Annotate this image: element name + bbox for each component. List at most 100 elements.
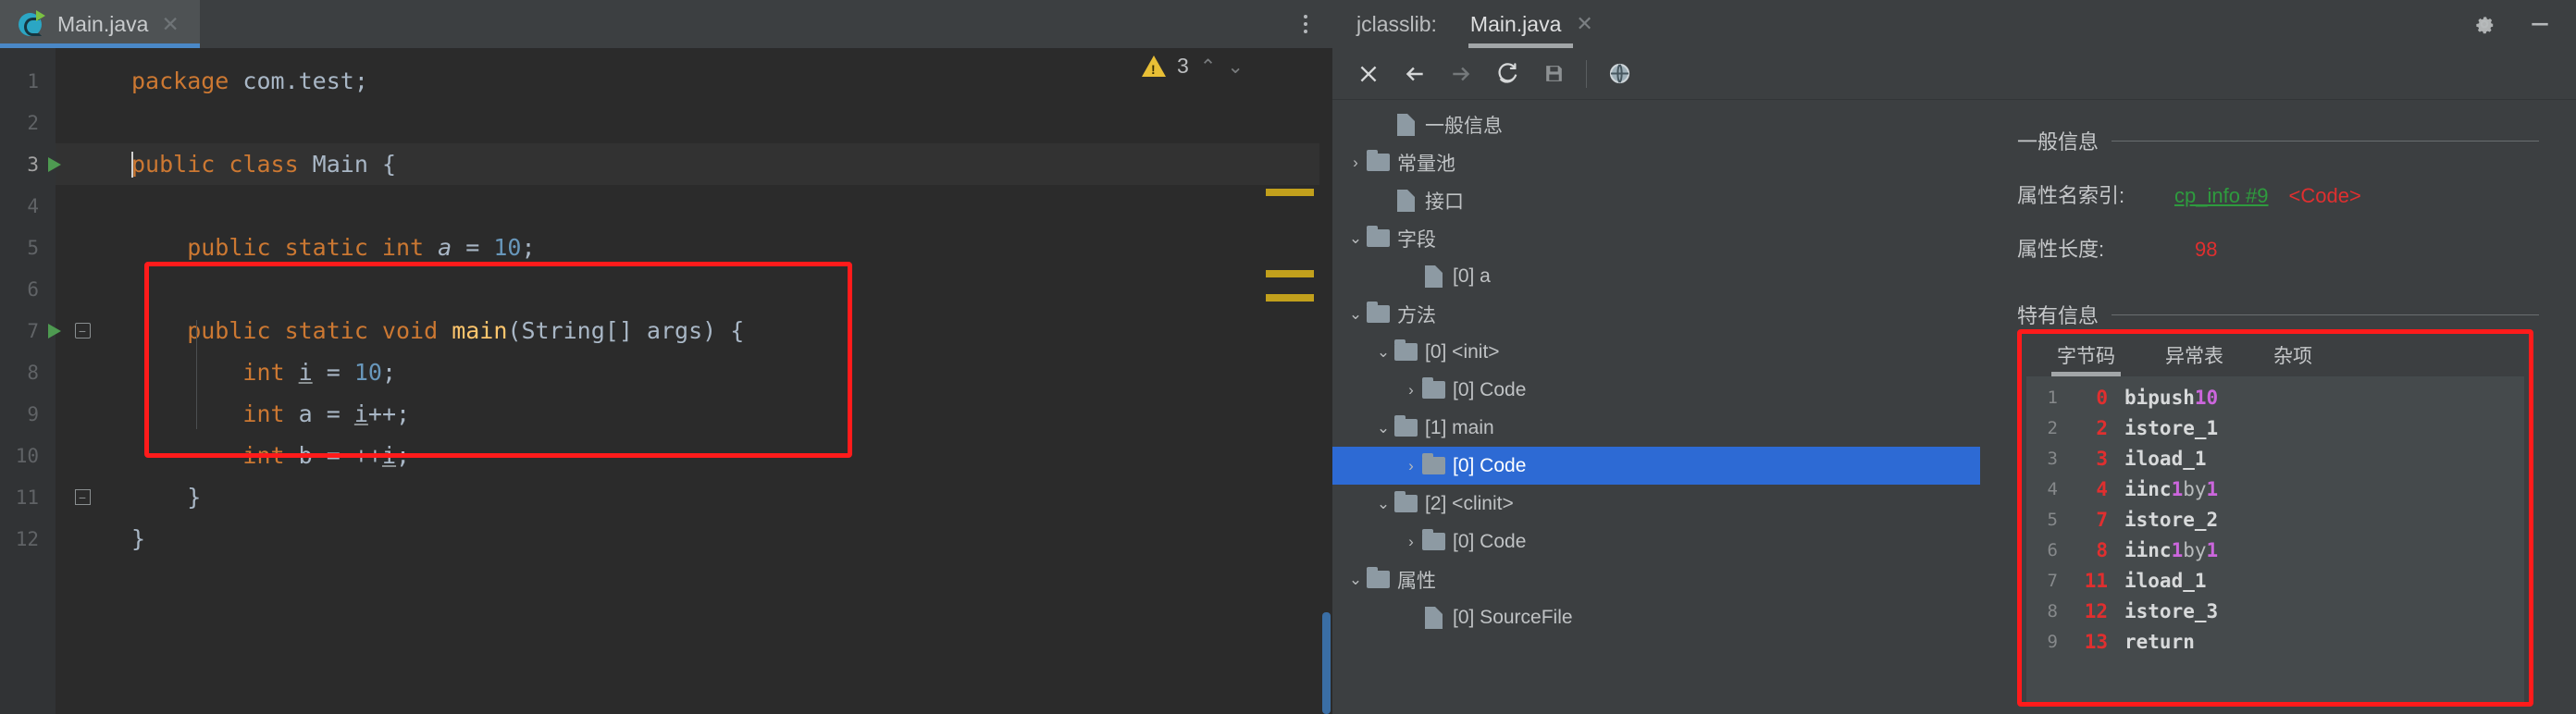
java-class-icon xyxy=(17,10,45,38)
minimize-icon[interactable] xyxy=(2528,12,2552,36)
inspection-widget[interactable]: 3 ⌃ ⌄ xyxy=(1141,54,1244,79)
code-line[interactable]: public static void main (String[] args) { xyxy=(131,310,1332,351)
code-line[interactable] xyxy=(131,268,1332,310)
line-number: 6 xyxy=(27,277,39,301)
bytecode-line-number: 6 xyxy=(2047,539,2058,560)
jclasslib-body: 一般信息 › 常量池 接口 ⌄ 字段 [0] a ⌄ 方法 ⌄ [0] <init> › [0] Cod… xyxy=(1332,100,2576,714)
chevron-up-icon[interactable]: ⌃ xyxy=(1200,55,1217,78)
code-line[interactable] xyxy=(131,102,1332,143)
editor-more-options-icon[interactable] xyxy=(1279,0,1332,48)
bytecode-offset: 4 xyxy=(2096,477,2108,500)
save-button[interactable] xyxy=(1530,51,1577,97)
tool-window-tab-main-java[interactable]: Main.java ✕ xyxy=(1468,0,1599,48)
bytecode-row[interactable]: 9 13 return xyxy=(2026,626,2524,657)
tree-node[interactable]: [0] a xyxy=(1332,257,1980,295)
chevron-down-icon[interactable]: ⌄ xyxy=(1227,55,1244,78)
bytecode-row[interactable]: 1 0 bipush 10 xyxy=(2026,382,2524,412)
tree-node[interactable]: › [0] Code xyxy=(1332,371,1980,409)
code-token: public static int xyxy=(131,234,439,261)
chevron-down-icon[interactable]: ⌄ xyxy=(1373,333,1393,371)
editor-scrollbar-thumb[interactable] xyxy=(1322,612,1331,714)
bytecode-row[interactable]: 8 12 istore_3 xyxy=(2026,596,2524,626)
code-token: int xyxy=(242,359,299,386)
run-gutter-icon[interactable] xyxy=(44,143,65,185)
chevron-down-icon[interactable]: ⌄ xyxy=(1345,295,1366,333)
tree-node[interactable]: ⌄ [2] <clinit> xyxy=(1332,485,1980,523)
code-line[interactable]: public class Main { xyxy=(131,143,1332,185)
tree-node[interactable]: › [0] Code xyxy=(1332,523,1980,560)
chevron-right-icon[interactable]: › xyxy=(1401,447,1421,485)
bytecode-row[interactable]: 7 11 iload_1 xyxy=(2026,565,2524,596)
tree-node-label: 方法 xyxy=(1397,304,1436,326)
fold-toggle-icon[interactable]: − xyxy=(72,476,93,518)
code-token: Main xyxy=(312,151,368,178)
cp-info-link[interactable]: cp_info #9 xyxy=(2174,184,2269,208)
chevron-down-icon[interactable]: ⌄ xyxy=(1345,560,1366,598)
tree-node-label: 一般信息 xyxy=(1425,115,1503,137)
code-area[interactable]: package com.test; public class Main { pub… xyxy=(56,48,1332,714)
tree-node[interactable]: 接口 xyxy=(1332,181,1980,219)
chevron-down-icon[interactable]: ⌄ xyxy=(1373,409,1393,447)
code-line[interactable]: } xyxy=(131,476,1332,518)
tree-node[interactable]: › 常量池 xyxy=(1332,143,1980,181)
chevron-right-icon[interactable]: › xyxy=(1401,523,1421,560)
run-gutter-icon[interactable] xyxy=(44,310,65,351)
tree-node[interactable]: ⌄ 属性 xyxy=(1332,560,1980,598)
fold-toggle-icon[interactable]: − xyxy=(72,310,93,351)
bytecode-row[interactable]: 4 4 iinc 1 by 1 xyxy=(2026,474,2524,504)
file-icon xyxy=(1393,105,1418,143)
chevron-right-icon[interactable]: › xyxy=(1401,371,1421,409)
bytecode-row[interactable]: 3 3 iload_1 xyxy=(2026,443,2524,474)
bytecode-listing[interactable]: 1 0 bipush 10 2 2 istore_1 3 3 iload_1 4 4 iinc 1 b… xyxy=(2026,376,2524,702)
reload-button[interactable] xyxy=(1484,51,1530,97)
error-stripe-mark[interactable] xyxy=(1266,294,1314,302)
code-line[interactable]: } xyxy=(131,518,1332,560)
tool-window-header-actions xyxy=(2472,12,2576,36)
bytecode-tab[interactable]: 异常表 xyxy=(2165,341,2223,376)
bytecode-by-keyword: by xyxy=(2183,538,2207,561)
code-line[interactable] xyxy=(131,185,1332,227)
bytecode-tabs[interactable]: 字节码 异常表 杂项 xyxy=(2022,334,2529,376)
close-button[interactable] xyxy=(1345,51,1392,97)
bytecode-row[interactable]: 6 8 iinc 1 by 1 xyxy=(2026,535,2524,565)
bytecode-tab[interactable]: 杂项 xyxy=(2273,341,2312,376)
code-token: i xyxy=(298,359,313,386)
tree-node[interactable]: ⌄ 方法 xyxy=(1332,295,1980,333)
jclasslib-tool-window: jclasslib: Main.java ✕ 一般信息 › 常量池 接口 ⌄ 字… xyxy=(1332,0,2576,714)
error-stripe-mark[interactable] xyxy=(1266,189,1314,196)
class-structure-tree[interactable]: 一般信息 › 常量池 接口 ⌄ 字段 [0] a ⌄ 方法 ⌄ [0] <init> › [0] Cod… xyxy=(1332,100,1980,714)
code-line[interactable]: public static int a = 10; xyxy=(131,227,1332,268)
specific-info-title: 特有信息 xyxy=(2017,304,2099,327)
code-token: 10 xyxy=(493,234,522,261)
tree-node[interactable]: › [0] Code xyxy=(1332,447,1980,485)
code-line[interactable]: int b = ++ i; xyxy=(131,435,1332,476)
error-stripe-mark[interactable] xyxy=(1266,270,1314,277)
code-line[interactable]: int a = i ++; xyxy=(131,393,1332,435)
line-number: 5 xyxy=(27,236,39,259)
gear-icon[interactable] xyxy=(2472,12,2496,36)
bytecode-tab[interactable]: 字节码 xyxy=(2051,341,2121,376)
tree-node[interactable]: ⌄ 字段 xyxy=(1332,219,1980,257)
bytecode-offset: 7 xyxy=(2096,508,2108,531)
tree-node[interactable]: [0] SourceFile xyxy=(1332,598,1980,636)
code-line[interactable]: int i = 10; xyxy=(131,351,1332,393)
chevron-right-icon[interactable]: › xyxy=(1345,143,1366,181)
chevron-down-icon[interactable]: ⌄ xyxy=(1373,485,1393,523)
back-button[interactable] xyxy=(1392,51,1438,97)
tree-node[interactable]: 一般信息 xyxy=(1332,105,1980,143)
bytecode-row[interactable]: 2 2 istore_1 xyxy=(2026,412,2524,443)
chevron-down-icon[interactable]: ⌄ xyxy=(1345,219,1366,257)
tree-node[interactable]: ⌄ [1] main xyxy=(1332,409,1980,447)
browse-web-button[interactable] xyxy=(1596,51,1642,97)
tree-node[interactable]: ⌄ [0] <init> xyxy=(1332,333,1980,371)
bytecode-mnemonic: bipush xyxy=(2124,386,2195,409)
editor-scrollbar[interactable] xyxy=(1319,48,1332,714)
close-icon[interactable]: ✕ xyxy=(1576,12,1592,36)
bytecode-offset: 8 xyxy=(2096,538,2108,561)
bytecode-highlight-box: 字节码 异常表 杂项 1 0 bipush 10 2 2 istore_1 3 3 iload_1 4… xyxy=(2017,329,2533,707)
bytecode-row[interactable]: 5 7 istore_2 xyxy=(2026,504,2524,535)
close-icon[interactable]: ✕ xyxy=(161,13,179,35)
editor-tab-main-java[interactable]: Main.java ✕ xyxy=(0,0,200,48)
